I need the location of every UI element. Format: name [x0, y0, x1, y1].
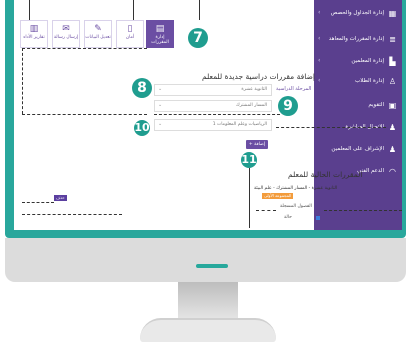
students-icon: ♙: [388, 77, 397, 86]
teacher-icon: ▙: [389, 57, 396, 66]
button-label: تقارير الأداء: [23, 35, 45, 40]
callout-11: 11: [241, 152, 257, 168]
layers-icon: ≣: [389, 35, 396, 44]
document-icon: ▯: [127, 24, 133, 34]
guide-line: [29, 0, 30, 20]
guide-line: [276, 127, 386, 128]
current-courses-heading: المقررات الحالية للمعلم: [288, 170, 363, 179]
track-select-value: المسار المشترك: [236, 103, 267, 108]
callout-9: 9: [278, 96, 298, 116]
edit-data-button[interactable]: ✎ تعديل البيانات: [84, 20, 112, 48]
callout-8: 8: [132, 78, 152, 98]
book-icon: ▤: [155, 24, 165, 34]
button-label: تعديل البيانات: [85, 35, 111, 40]
stage-select[interactable]: ⌄ الثانوية عشرة: [154, 84, 272, 96]
mail-icon: ✉: [62, 24, 70, 34]
calendar-grid-icon: ▣: [388, 101, 397, 110]
manage-courses-button[interactable]: ▤ إدارة المقررات: [146, 20, 174, 48]
stage-label: المرحلة الدراسية: [276, 86, 312, 92]
sidebar-item-label: إدارة الجداول والحصص: [330, 10, 384, 16]
guide-line: [133, 0, 134, 20]
guide-line: [199, 0, 200, 20]
add-course-button[interactable]: + إضافة: [246, 140, 268, 149]
sidebar-item-students[interactable]: ‹ إدارة الطلاب ♙: [314, 72, 402, 92]
sidebar-item-label: إدارة المعلمين: [351, 58, 384, 64]
sidebar-item-teachers[interactable]: ‹ إدارة المعلمين ▙: [314, 52, 402, 72]
sidebar-item-label: إدارة المقررات والمعاهد: [328, 36, 384, 42]
guide-line: [22, 114, 147, 115]
sidebar: ‹ إدارة الجداول والحصص ▦ ‹ إدارة المقررا…: [314, 0, 402, 230]
guide-line: [22, 48, 147, 49]
guide-line: [154, 114, 280, 115]
guide-line: [22, 202, 54, 203]
track-select[interactable]: ⌄ المسار المشترك: [154, 100, 272, 112]
supervisor-icon: ♟: [388, 145, 397, 154]
monitor-neck: [178, 282, 238, 322]
sidebar-item-schedules[interactable]: ‹ إدارة الجداول والحصص ▦: [314, 4, 402, 24]
guide-line: [22, 48, 24, 114]
class-check-label: حالة: [284, 215, 292, 220]
chevron-down-icon: ⌄: [158, 86, 163, 92]
guide-line: [22, 214, 122, 215]
sidebar-item-courses[interactable]: ‹ إدارة المقررات والمعاهد ≣: [314, 30, 402, 50]
class-checkbox[interactable]: [316, 216, 320, 220]
group-badge: المجموعة الأولى: [262, 193, 294, 199]
classes-label: الفصول المسجلة: [280, 204, 312, 209]
monitor-chin: [5, 238, 406, 282]
delete-course-button[interactable]: حذف: [54, 195, 67, 201]
button-label: أمان: [125, 35, 135, 40]
callout-10: 10: [134, 120, 150, 136]
course-item-title: الثانوية عشرة - المسار المشترك - علم الب…: [254, 186, 338, 191]
guide-line: [249, 168, 250, 228]
sidebar-item-label: التقويم: [368, 102, 384, 108]
stage-select-value: الثانوية عشرة: [241, 87, 267, 92]
button-label: إرسال رسالة: [53, 35, 79, 40]
subject-select-value: الرياضيات وعلم المعلومات 1: [212, 122, 267, 127]
chevron-left-icon: ‹: [318, 35, 321, 42]
monitor-frame: ‹ إدارة الجداول والحصص ▦ ‹ إدارة المقررا…: [0, 0, 416, 351]
security-button[interactable]: ▯ أمان: [116, 20, 144, 48]
live-icon: ♟: [388, 123, 397, 132]
button-label: إدارة المقررات: [151, 35, 169, 45]
bar-chart-icon: ▥: [29, 24, 39, 34]
chevron-left-icon: ‹: [318, 77, 321, 84]
pencil-icon: ✎: [94, 24, 102, 34]
sidebar-item-label: إدارة الطلاب: [355, 78, 384, 84]
monitor-base: [140, 318, 276, 342]
sidebar-item-label: الإشراف على المعلمين: [331, 146, 384, 152]
subject-select[interactable]: ⌄ الرياضيات وعلم المعلومات 1: [154, 119, 272, 131]
chevron-left-icon: ‹: [318, 9, 321, 16]
sidebar-item-calendar[interactable]: التقويم ▣: [314, 96, 402, 116]
sidebar-item-supervision[interactable]: الإشراف على المعلمين ♟: [314, 140, 402, 160]
chevron-left-icon: ‹: [318, 57, 321, 64]
app-screen: ‹ إدارة الجداول والحصص ▦ ‹ إدارة المقررا…: [14, 0, 402, 230]
headset-icon: ◠: [389, 167, 396, 176]
power-indicator: [196, 264, 228, 268]
performance-reports-button[interactable]: ▥ تقارير الأداء: [20, 20, 48, 48]
chevron-down-icon: ⌄: [158, 102, 163, 108]
chevron-down-icon: ⌄: [158, 121, 163, 127]
sidebar-item-live[interactable]: الاتصال المباشرة ♟: [314, 118, 402, 138]
guide-line: [324, 210, 402, 211]
calendar-icon: ▦: [388, 9, 397, 18]
add-courses-heading: إضافة مقررات دراسية جديدة للمعلم: [202, 72, 315, 81]
guide-line: [256, 210, 276, 211]
callout-7: 7: [188, 28, 208, 48]
send-message-button[interactable]: ✉ إرسال رسالة: [52, 20, 80, 48]
